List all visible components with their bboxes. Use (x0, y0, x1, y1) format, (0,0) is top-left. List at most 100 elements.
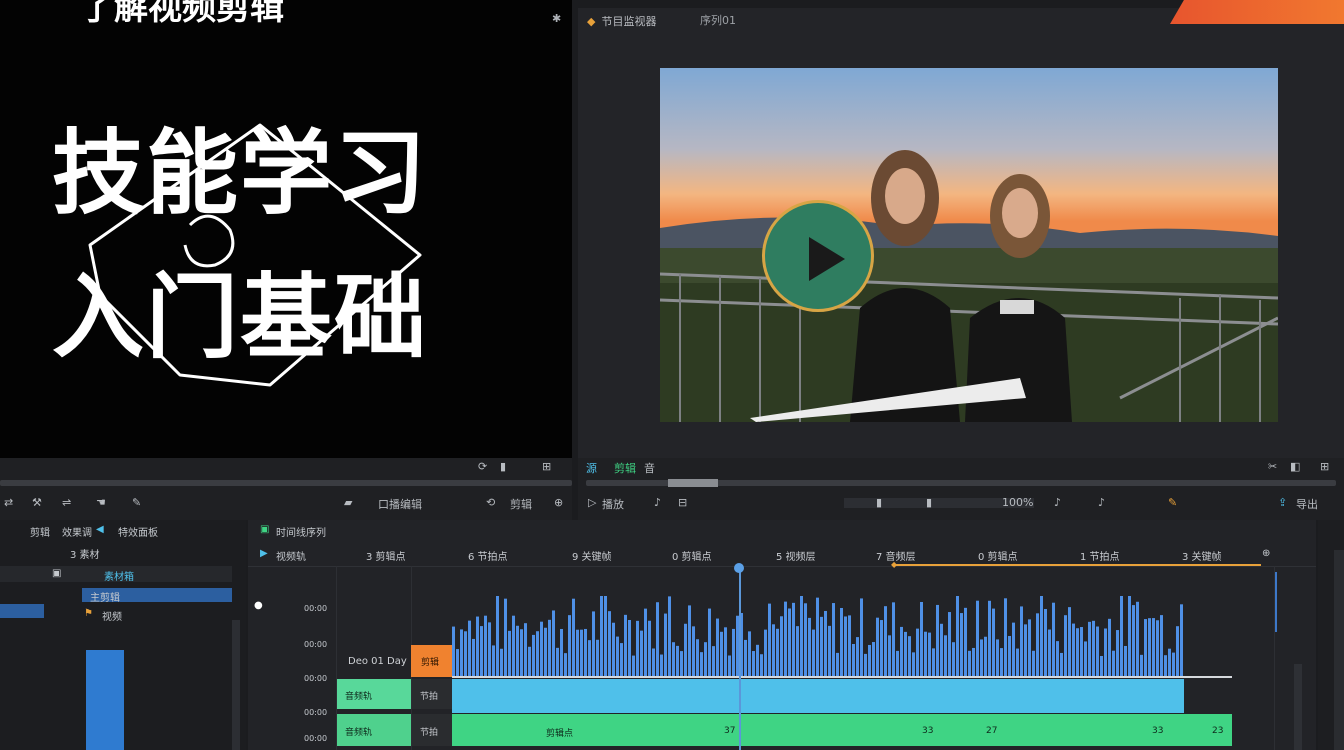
waveform-bar (644, 608, 647, 676)
waveform-bar (456, 649, 459, 676)
program-tab[interactable]: ◆ 节目监视器 (587, 10, 797, 32)
beat-b-label: 节拍 (420, 728, 439, 738)
waveform-bar (1104, 628, 1107, 676)
playhead-handle[interactable] (734, 563, 744, 573)
selected-row-marker[interactable] (0, 604, 44, 618)
in-marker[interactable]: ▮ (876, 496, 882, 509)
track-beat-b[interactable]: 节拍 (412, 714, 452, 746)
zoom-level[interactable]: 100% (1002, 496, 1033, 509)
waveform-bar (908, 636, 911, 676)
keyframe-dot[interactable]: ● (254, 600, 263, 611)
tool-hand-icon[interactable]: ☚ (96, 496, 106, 509)
grid-line (1274, 566, 1275, 750)
status-audio[interactable]: 音 (644, 460, 655, 476)
settings-icon[interactable]: ✱ (552, 12, 561, 25)
right-panel-edge (1318, 520, 1344, 750)
waveform-bar (596, 639, 599, 676)
source-scrubber[interactable] (0, 480, 572, 486)
export-button[interactable]: 导出 (1296, 496, 1318, 512)
lock-icon[interactable]: ✎ (1168, 496, 1177, 509)
trim-icon[interactable]: ⊟ (678, 496, 687, 509)
track-beat-a[interactable]: 节拍 (412, 679, 452, 709)
right-scrollbar[interactable] (1334, 550, 1344, 750)
waveform-bar (1032, 650, 1035, 676)
volume-icon[interactable]: ♪ (1054, 496, 1061, 509)
waveform-bar (620, 643, 623, 676)
waveform-bar (1024, 624, 1027, 676)
waveform-bar (948, 612, 951, 676)
play-button[interactable] (762, 200, 874, 312)
edit-button[interactable]: 剪辑 (510, 496, 532, 512)
waveform-bar (512, 615, 515, 676)
range-start-marker[interactable]: ◆ (891, 560, 897, 569)
waveform-bar (784, 601, 787, 676)
waveform-bar (616, 636, 619, 676)
file-item[interactable]: 视频 (102, 608, 122, 623)
export-icon[interactable]: ⇪ (1278, 496, 1287, 509)
waveform-bar (556, 647, 559, 676)
marker-clip[interactable]: 剪辑 (411, 645, 453, 677)
status-source[interactable]: 源 (586, 460, 597, 476)
waveform-bar (924, 631, 927, 676)
status-edit[interactable]: 剪辑 (614, 460, 636, 476)
row-time-3: 00:00 (304, 674, 328, 683)
more-icon[interactable]: ⊕ (554, 496, 563, 509)
waveform-bar (872, 642, 875, 676)
waveform-bar (808, 617, 811, 676)
waveform-bar (688, 605, 691, 676)
waveform-bar (640, 630, 643, 676)
timeline-menu-icon[interactable]: ⊕ (1262, 548, 1270, 559)
tab-effects[interactable]: 效果调 (62, 524, 92, 539)
waveform-bar (916, 628, 919, 676)
clip-thumbnail[interactable] (86, 650, 124, 750)
waveform-bar (832, 603, 835, 676)
audio-icon[interactable]: ♪ (654, 496, 661, 509)
tool-select-icon[interactable]: ⇄ (4, 496, 13, 509)
bin-icon: ▣ (52, 568, 62, 579)
waveform-bar (520, 629, 523, 676)
track-header-b[interactable]: 音频轨 (337, 714, 411, 746)
waveform-bar (672, 642, 675, 676)
waveform-bar (780, 616, 783, 676)
waveform-bar (760, 654, 763, 676)
loop-icon[interactable]: ⟲ (486, 496, 495, 509)
waveform-bar (812, 629, 815, 676)
folder-icon[interactable]: ▰ (344, 496, 352, 509)
waveform-bar (1144, 619, 1147, 676)
clip-icon[interactable]: ▮ (500, 460, 506, 473)
tool-razor-icon[interactable]: ⚒ (32, 496, 42, 509)
waveform-bar (1016, 648, 1019, 676)
arrow-icon[interactable]: ◀ (96, 524, 104, 535)
waveform-bar (536, 631, 539, 676)
play-small-icon[interactable]: ▷ (588, 496, 596, 509)
scrubber-thumb[interactable] (668, 479, 718, 487)
grid-icon[interactable]: ⊞ (1320, 460, 1329, 473)
timeline-scrollbar[interactable] (1294, 664, 1302, 750)
mute-icon[interactable]: ♪ (1098, 496, 1105, 509)
track-a-label: 音频轨 (345, 692, 373, 702)
tab-edit[interactable]: 剪辑 (30, 524, 50, 539)
toolbar-label[interactable]: 口播编辑 (378, 496, 422, 512)
project-scrollbar[interactable] (232, 620, 240, 750)
sequence-tab[interactable]: 序列01 (700, 10, 736, 32)
marker-icon[interactable]: ⟳ (478, 460, 487, 473)
track-header: 视频轨 (276, 552, 306, 563)
bin-row[interactable]: ▣ 素材箱 (0, 566, 232, 583)
tab-fx-panel[interactable]: 特效面板 (118, 524, 158, 539)
waveform-bar (656, 602, 659, 676)
waveform-bar (912, 652, 915, 676)
play-label[interactable]: 播放 (602, 496, 624, 512)
tool-slip-icon[interactable]: ⇌ (62, 496, 71, 509)
track-header-a[interactable]: 音频轨 (337, 679, 411, 709)
video-frame[interactable] (660, 68, 1278, 422)
work-area-range[interactable] (895, 564, 1261, 566)
out-marker[interactable]: ▮ (926, 496, 932, 509)
selected-item[interactable]: 主剪辑 (82, 588, 232, 604)
waveform-bar (696, 639, 699, 676)
grid-icon[interactable]: ⊞ (542, 460, 551, 473)
marker-icon[interactable]: ✂ (1268, 460, 1277, 473)
clip-icon[interactable]: ◧ (1290, 460, 1300, 473)
waveform-bar (1124, 645, 1127, 676)
playhead[interactable] (739, 566, 741, 750)
tool-pen-icon[interactable]: ✎ (132, 496, 141, 509)
